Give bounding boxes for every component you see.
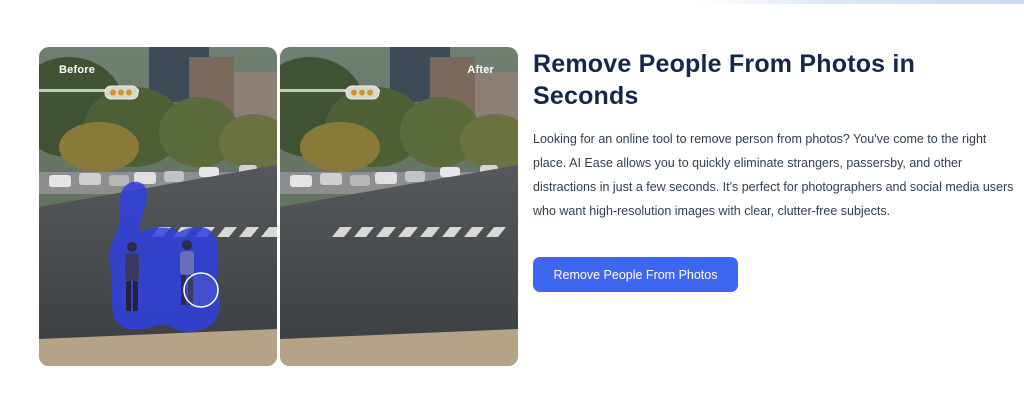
header-accent-strip xyxy=(700,0,1024,4)
remove-people-button[interactable]: Remove People From Photos xyxy=(533,257,738,292)
before-photo: Before xyxy=(39,47,277,366)
feature-content: Remove People From Photos in Seconds Loo… xyxy=(533,48,1017,223)
after-street-image xyxy=(280,47,518,366)
feature-description: Looking for an online tool to remove per… xyxy=(533,132,1014,218)
before-label: Before xyxy=(59,64,96,76)
after-photo: After xyxy=(280,47,518,366)
feature-title: Remove People From Photos in Seconds xyxy=(533,50,916,110)
before-street-image xyxy=(39,47,277,366)
after-label: After xyxy=(467,64,494,76)
before-after-comparison: Before After xyxy=(39,47,518,366)
